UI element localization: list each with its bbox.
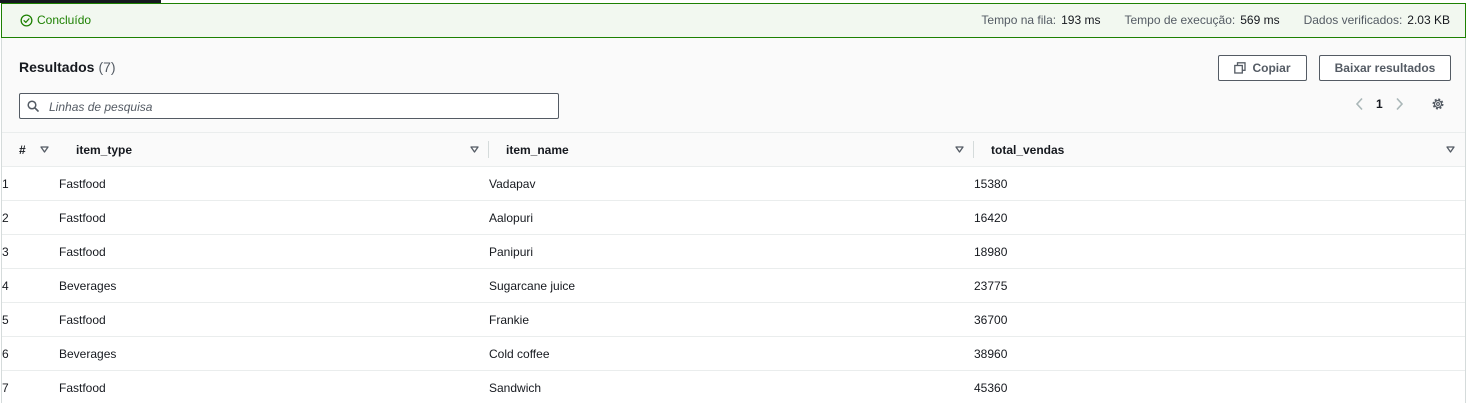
column-header-index[interactable]: # xyxy=(2,132,59,167)
cell-total-vendas: 23775 xyxy=(974,268,1465,303)
copy-button-label: Copiar xyxy=(1252,61,1291,75)
search-icon xyxy=(27,100,39,112)
chevron-left-icon xyxy=(1355,97,1363,111)
results-panel: Resultados(7) Copiar Baixar resultados 1 xyxy=(1,38,1466,404)
metric-data-scanned: Dados verificados: 2.03 KB xyxy=(1304,13,1450,27)
cell-item-name: Panipuri xyxy=(489,234,974,269)
current-page[interactable]: 1 xyxy=(1376,97,1383,111)
gear-icon xyxy=(1432,98,1444,110)
caret-down-icon[interactable] xyxy=(470,146,479,153)
cell-item-name: Sugarcane juice xyxy=(489,268,974,303)
column-header-item-name[interactable]: item_name xyxy=(489,132,974,167)
cell-index: 7 xyxy=(2,380,9,395)
table-row[interactable]: 5 Fastfood Frankie 36700 xyxy=(2,302,1465,337)
caret-down-icon[interactable] xyxy=(955,146,964,153)
copy-button[interactable]: Copiar xyxy=(1218,55,1307,81)
column-header-total-vendas[interactable]: total_vendas xyxy=(974,132,1465,167)
cell-total-vendas: 45360 xyxy=(974,380,1008,395)
results-count: (7) xyxy=(98,59,116,75)
settings-button[interactable] xyxy=(1431,97,1445,114)
query-metrics: Tempo na fila: 193 ms Tempo de execução: 5… xyxy=(981,13,1450,27)
column-header-label: item_name xyxy=(506,142,569,157)
table-row[interactable]: 3 Fastfood Panipuri 18980 xyxy=(2,234,1465,269)
status-completed: Concluído xyxy=(20,13,91,27)
cell-item-name: Sandwich xyxy=(489,380,542,395)
table-row[interactable]: 4 Beverages Sugarcane juice 23775 xyxy=(2,268,1465,303)
metric-value: 569 ms xyxy=(1240,13,1280,27)
cell-index: 3 xyxy=(2,234,59,269)
cell-total-vendas: 36700 xyxy=(974,302,1465,337)
column-header-item-type[interactable]: item_type xyxy=(59,132,489,167)
metric-value: 193 ms xyxy=(1061,13,1101,27)
table-row[interactable]: 7 Fastfood Sandwich 45360 xyxy=(2,371,1465,405)
download-button-label: Baixar resultados xyxy=(1334,61,1436,75)
table-row[interactable]: 6 Beverages Cold coffee 38960 xyxy=(2,336,1465,371)
column-header-label: # xyxy=(19,142,26,157)
caret-down-icon[interactable] xyxy=(40,146,49,153)
cell-item-type: Beverages xyxy=(59,268,489,303)
search-input[interactable] xyxy=(47,94,551,120)
copy-icon xyxy=(1234,62,1247,74)
metric-label: Dados verificados: xyxy=(1303,13,1403,27)
chevron-right-icon xyxy=(1396,97,1403,111)
cell-total-vendas: 16420 xyxy=(974,200,1465,235)
cell-item-name: Cold coffee xyxy=(489,336,974,371)
cell-index: 5 xyxy=(2,302,59,337)
results-title: Resultados xyxy=(19,59,95,75)
metric-queue-time: Tempo na fila: 193 ms xyxy=(981,13,1100,27)
cell-item-type: Fastfood xyxy=(59,234,489,269)
cell-total-vendas: 38960 xyxy=(974,336,1465,371)
cell-total-vendas: 15380 xyxy=(974,166,1465,201)
cell-index: 6 xyxy=(2,336,59,371)
table-row[interactable]: 1 Fastfood Vadapav 15380 xyxy=(2,166,1465,201)
next-page-button[interactable] xyxy=(1391,96,1407,112)
table-header-row: # item_type item_name total_vendas xyxy=(2,132,1465,167)
metric-label: Tempo de execução: xyxy=(1124,13,1236,27)
cell-item-type: Fastfood xyxy=(59,380,106,395)
cell-index: 2 xyxy=(2,200,59,235)
cell-item-type: Fastfood xyxy=(59,166,489,201)
column-header-label: total_vendas xyxy=(991,142,1065,157)
cell-item-type: Beverages xyxy=(59,336,489,371)
cell-total-vendas: 18980 xyxy=(974,234,1465,269)
cell-index: 1 xyxy=(2,166,59,201)
metric-run-time: Tempo de execução: 569 ms xyxy=(1124,13,1279,27)
cell-item-name: Vadapav xyxy=(489,166,974,201)
table-row[interactable]: 2 Fastfood Aalopuri 16420 xyxy=(2,200,1465,235)
check-circle-icon xyxy=(20,13,33,27)
cell-index: 4 xyxy=(2,268,59,303)
cell-item-type: Fastfood xyxy=(59,302,489,337)
cell-item-name: Aalopuri xyxy=(489,200,974,235)
results-heading: Resultados (7) xyxy=(19,59,116,75)
search-rows-field[interactable] xyxy=(19,93,559,120)
metric-value: 2.03 KB xyxy=(1407,13,1450,27)
caret-down-icon[interactable] xyxy=(1446,146,1455,153)
download-results-button[interactable]: Baixar resultados xyxy=(1319,55,1451,81)
column-header-label: item_type xyxy=(76,142,133,157)
query-status-bar: Concluído Tempo na fila: 193 ms Tempo de … xyxy=(1,3,1466,38)
cell-item-type: Fastfood xyxy=(59,200,489,235)
status-label: Concluído xyxy=(37,13,92,27)
pagination: 1 xyxy=(1352,96,1407,112)
metric-label: Tempo na fila: xyxy=(981,13,1057,27)
results-table: # item_type item_name total_vendas 1 Fas… xyxy=(2,132,1465,404)
previous-page-button[interactable] xyxy=(1352,96,1368,112)
cell-item-name: Frankie xyxy=(489,302,974,337)
